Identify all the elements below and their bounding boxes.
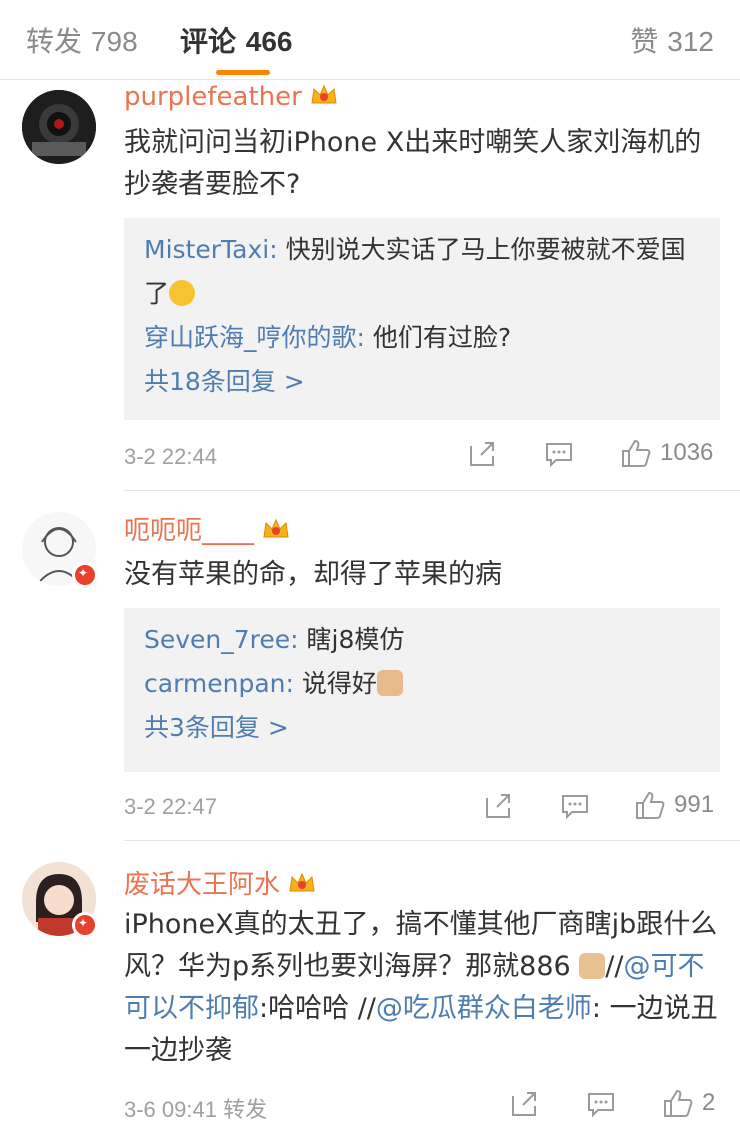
comment-icon[interactable] (544, 440, 574, 468)
reply-box[interactable]: Seven_7ree: 瞎j8模仿 carmenpan: 说得好 共3条回复 > (124, 608, 720, 772)
tab-like-label: 赞 (630, 25, 659, 58)
avatar[interactable] (22, 90, 96, 164)
like-count: 991 (674, 791, 715, 818)
comment-icon[interactable] (560, 792, 590, 820)
reply-username[interactable]: Seven_7ree: (144, 625, 299, 654)
mention-link[interactable]: @吃瓜群众白老师 (376, 993, 592, 1024)
like-count: 2 (702, 1089, 716, 1116)
reply-item: 穿山跃海_哼你的歌: 他们有过脸? (144, 316, 700, 360)
comment-time: 3-6 09:41 (124, 1097, 217, 1122)
tab-comment-count: 466 (245, 26, 293, 57)
like-button[interactable]: 991 (634, 790, 714, 820)
verified-badge (72, 562, 98, 588)
tab-like[interactable]: 赞 312 (630, 20, 714, 60)
reply-username[interactable]: 穿山跃海_哼你的歌: (144, 323, 365, 352)
reply-username[interactable]: carmenpan: (144, 669, 294, 698)
crown-icon (310, 83, 338, 107)
comment-divider (124, 490, 740, 491)
comment-text: 没有苹果的命，却得了苹果的病 (124, 559, 502, 590)
crown-icon (288, 871, 316, 895)
username-text: 废话大王阿水 (124, 870, 281, 900)
comment-username[interactable]: purplefeather (124, 82, 338, 112)
comment-time: 3-2 22:47 (124, 794, 217, 819)
reply-text: 瞎j8模仿 (298, 625, 405, 654)
comment-username[interactable]: 废话大王阿水 (124, 864, 316, 901)
comment-meta: 3-6 09:41 转发 (124, 1092, 267, 1124)
active-tab-indicator (216, 70, 270, 75)
username-text: purplefeather (124, 82, 302, 112)
comment-text: 我就问问当初iPhone X出来时嘲笑人家刘海机的抄袭者要脸不? (124, 127, 702, 200)
thumbs-up-emoji (376, 670, 403, 696)
more-replies-link[interactable]: 共18条回复 > (144, 360, 700, 404)
like-count: 1036 (660, 439, 714, 466)
tab-repost-label: 转发 (26, 25, 83, 58)
comment-username[interactable]: 呃呃呃____ (124, 510, 290, 547)
comment-tabs: 转发 798 评论 466 赞 312 (0, 0, 740, 80)
thumbs-up-icon (664, 1089, 693, 1117)
reply-item: Seven_7ree: 瞎j8模仿 (144, 618, 700, 662)
reply-item: carmenpan: 说得好 (144, 662, 700, 706)
reply-item: MisterTaxi: 快别说大实话了马上你要被就不爱国了 (144, 228, 700, 316)
comment-item: purplefeather 我就问问当初iPhone X出来时嘲笑人家刘海机的抄… (0, 82, 740, 492)
comment-divider (124, 840, 740, 841)
thumbs-up-icon (636, 791, 665, 819)
repost-separator: // (605, 951, 624, 982)
share-icon[interactable] (468, 440, 498, 468)
comment-icon[interactable] (586, 1090, 616, 1118)
reply-box[interactable]: MisterTaxi: 快别说大实话了马上你要被就不爱国了 穿山跃海_哼你的歌:… (124, 218, 720, 420)
comment-item: 废话大王阿水 iPhoneX真的太丑了，搞不懂其他厂商瞎jb跟什么风？华为p系列… (0, 842, 740, 1128)
comment-item: 呃呃呃____ 没有苹果的命，却得了苹果的病 Seven_7ree: 瞎j8模仿… (0, 492, 740, 842)
tab-like-count: 312 (667, 26, 714, 57)
share-icon[interactable] (510, 1090, 540, 1118)
verified-badge (72, 912, 98, 938)
fist-emoji (579, 953, 606, 979)
like-button[interactable]: 2 (662, 1088, 715, 1118)
comment-text: iPhoneX真的太丑了，搞不懂其他厂商瞎jb跟什么风？华为p系列也要刘海屏？那… (124, 904, 720, 1072)
reply-username[interactable]: MisterTaxi: (144, 235, 278, 264)
tab-comment-label: 评论 (180, 25, 237, 58)
reply-text: 说得好 (293, 669, 377, 698)
more-replies-link[interactable]: 共3条回复 > (144, 706, 700, 750)
tab-repost[interactable]: 转发 798 (26, 20, 138, 60)
comment-source: 转发 (223, 1098, 268, 1123)
thumbs-up-icon (622, 439, 651, 467)
username-text: 呃呃呃____ (124, 516, 255, 546)
reply-text: 他们有过脸? (364, 323, 512, 352)
crown-icon (262, 517, 290, 541)
tab-repost-count: 798 (90, 26, 138, 57)
share-icon[interactable] (484, 792, 514, 820)
repost-separator: // (357, 993, 376, 1024)
like-button[interactable]: 1036 (620, 438, 713, 468)
tab-comment[interactable]: 评论 466 (180, 20, 292, 60)
thinking-emoji (169, 280, 196, 306)
comment-time: 3-2 22:44 (124, 444, 217, 469)
comment-text-segment: :哈哈哈 (259, 993, 358, 1024)
